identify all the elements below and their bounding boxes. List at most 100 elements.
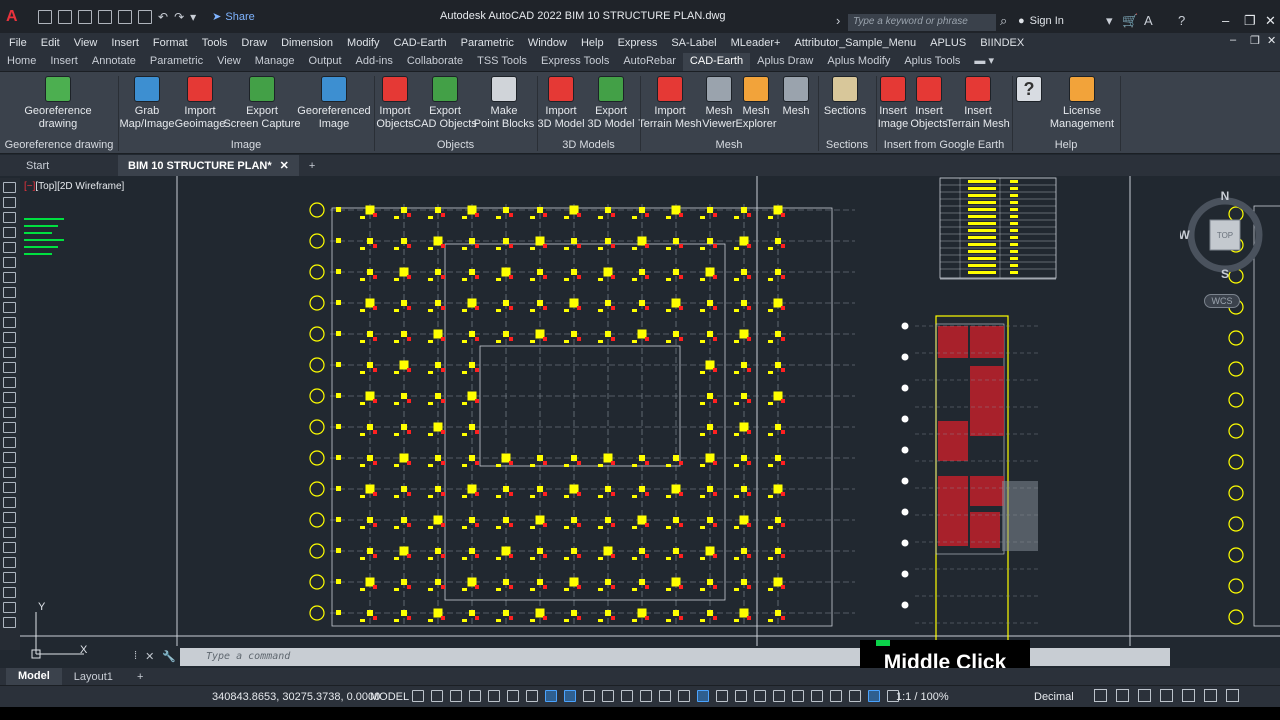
status-toggle-icon[interactable] xyxy=(735,690,747,702)
palette-tool-icon[interactable] xyxy=(3,317,16,328)
status-toggle-icon[interactable] xyxy=(469,690,481,702)
palette-tool-icon[interactable] xyxy=(3,452,16,463)
status-toggle-icon[interactable] xyxy=(488,690,500,702)
new-layout-icon[interactable]: + xyxy=(125,671,155,683)
status-toggle-icon[interactable] xyxy=(697,690,709,702)
palette-tool-icon[interactable] xyxy=(3,392,16,403)
ribbon-overflow-icon[interactable]: ▬ ▾ xyxy=(967,52,1001,71)
search-input[interactable]: Type a keyword or phrase xyxy=(848,14,996,31)
panel-label-image[interactable]: Image xyxy=(118,139,374,151)
annotation-scale[interactable]: 1:1 / 100% xyxy=(896,691,949,703)
tab-active-drawing[interactable]: BIM 10 STRUCTURE PLAN* ✕ xyxy=(118,155,299,176)
ribbon-button-license-management[interactable]: License Management xyxy=(1037,76,1127,131)
panel-label-help[interactable]: Help xyxy=(1012,139,1120,151)
palette-tool-icon[interactable] xyxy=(3,242,16,253)
viewcube[interactable]: TOP N S W xyxy=(1180,190,1270,280)
status-toggle-icon[interactable] xyxy=(412,690,424,702)
ribbon-tab-home[interactable]: Home xyxy=(0,53,43,71)
ribbon-tab-annotate[interactable]: Annotate xyxy=(85,53,143,71)
customize-dropdown-icon[interactable]: ▾ xyxy=(190,10,196,24)
ribbon-tab-aplus-tools[interactable]: Aplus Tools xyxy=(897,53,967,71)
ribbon-button-georeference-drawing[interactable]: Georeference drawing xyxy=(13,76,103,131)
palette-tool-icon[interactable] xyxy=(3,542,16,553)
ribbon-tab-output[interactable]: Output xyxy=(302,53,349,71)
ribbon-tab-cad-earth[interactable]: CAD-Earth xyxy=(682,53,751,71)
palette-tool-icon[interactable] xyxy=(3,257,16,268)
status-toggle-icon[interactable] xyxy=(792,690,804,702)
open-folder-icon[interactable] xyxy=(58,9,72,24)
status-toggle-icon[interactable] xyxy=(545,690,557,702)
new-file-icon[interactable] xyxy=(38,9,52,24)
restore-icon[interactable]: ❐ xyxy=(1244,13,1256,29)
plot-icon[interactable] xyxy=(138,9,152,24)
autocad-logo[interactable]: A xyxy=(6,8,24,26)
palette-tool-icon[interactable] xyxy=(3,407,16,418)
save-as-icon[interactable] xyxy=(98,9,112,24)
status-tool-icon[interactable] xyxy=(1160,689,1173,702)
palette-tool-icon[interactable] xyxy=(3,302,16,313)
status-toggle-icon[interactable] xyxy=(450,690,462,702)
ribbon-tab-manage[interactable]: Manage xyxy=(248,53,302,71)
palette-tool-icon[interactable] xyxy=(3,587,16,598)
status-toggle-icon[interactable] xyxy=(678,690,690,702)
status-toggle-icon[interactable] xyxy=(773,690,785,702)
status-toggle-icon[interactable] xyxy=(754,690,766,702)
save-icon[interactable] xyxy=(78,9,92,24)
help-circle-icon[interactable]: ? xyxy=(1178,13,1185,28)
grip-icon[interactable]: ⁞ xyxy=(134,650,137,663)
undo-icon[interactable]: ↶ xyxy=(158,10,168,24)
chevron-right-icon[interactable]: › xyxy=(836,13,840,28)
menu-item-help[interactable]: Help xyxy=(581,37,604,49)
close-command-icon[interactable]: ✕ xyxy=(145,650,154,663)
palette-tool-icon[interactable] xyxy=(3,332,16,343)
panel-label-insert-from-google-earth[interactable]: Insert from Google Earth xyxy=(876,139,1012,151)
autodesk-a360-icon[interactable]: A xyxy=(1144,13,1153,28)
ribbon-tab-express-tools[interactable]: Express Tools xyxy=(534,53,616,71)
new-tab-icon[interactable]: + xyxy=(299,155,325,176)
wcs-menu[interactable]: WCS xyxy=(1204,294,1240,308)
doc-restore-icon[interactable]: ❐ xyxy=(1250,34,1260,47)
menu-item-sa-label[interactable]: SA-Label xyxy=(671,37,716,49)
tab-start[interactable]: Start xyxy=(0,155,118,176)
palette-tool-icon[interactable] xyxy=(3,197,16,208)
status-toggle-icon[interactable] xyxy=(849,690,861,702)
palette-tool-icon[interactable] xyxy=(3,557,16,568)
status-tool-icon[interactable] xyxy=(1116,689,1129,702)
panel-label-georeference-drawing[interactable]: Georeference drawing xyxy=(0,139,118,151)
status-tool-icon[interactable] xyxy=(1204,689,1217,702)
status-toggle-icon[interactable] xyxy=(811,690,823,702)
menu-item-format[interactable]: Format xyxy=(153,37,188,49)
menu-item-tools[interactable]: Tools xyxy=(202,37,228,49)
doc-minimize-icon[interactable]: – xyxy=(1230,34,1236,46)
menu-item-express[interactable]: Express xyxy=(618,37,658,49)
redo-icon[interactable]: ↷ xyxy=(174,10,184,24)
menu-item-edit[interactable]: Edit xyxy=(41,37,60,49)
palette-tool-icon[interactable] xyxy=(3,467,16,478)
doc-close-icon[interactable]: ✕ xyxy=(1267,34,1276,47)
status-toggle-icon[interactable] xyxy=(830,690,842,702)
menu-item-aplus[interactable]: APLUS xyxy=(930,37,966,49)
menu-item-insert[interactable]: Insert xyxy=(111,37,139,49)
tab-model[interactable]: Model xyxy=(6,668,62,685)
status-tool-icon[interactable] xyxy=(1226,689,1239,702)
menu-item-window[interactable]: Window xyxy=(528,37,567,49)
palette-tool-icon[interactable] xyxy=(3,347,16,358)
share-button[interactable]: ➤ Share xyxy=(212,10,255,24)
panel-label-objects[interactable]: Objects xyxy=(374,139,537,151)
palette-tool-icon[interactable] xyxy=(3,272,16,283)
palette-tool-icon[interactable] xyxy=(3,227,16,238)
status-toggle-icon[interactable] xyxy=(431,690,443,702)
menu-item-biindex[interactable]: BIINDEX xyxy=(980,37,1024,49)
status-toggle-icon[interactable] xyxy=(659,690,671,702)
ribbon-tab-view[interactable]: View xyxy=(210,53,248,71)
panel-label-sections[interactable]: Sections xyxy=(818,139,876,151)
status-toggle-icon[interactable] xyxy=(640,690,652,702)
palette-tool-icon[interactable] xyxy=(3,287,16,298)
menu-item-parametric[interactable]: Parametric xyxy=(461,37,514,49)
palette-tool-icon[interactable] xyxy=(3,182,16,193)
menu-item-modify[interactable]: Modify xyxy=(347,37,379,49)
ribbon-tab-aplus-modify[interactable]: Aplus Modify xyxy=(820,53,897,71)
status-toggle-icon[interactable] xyxy=(583,690,595,702)
palette-tool-icon[interactable] xyxy=(3,602,16,613)
palette-tool-icon[interactable] xyxy=(3,572,16,583)
